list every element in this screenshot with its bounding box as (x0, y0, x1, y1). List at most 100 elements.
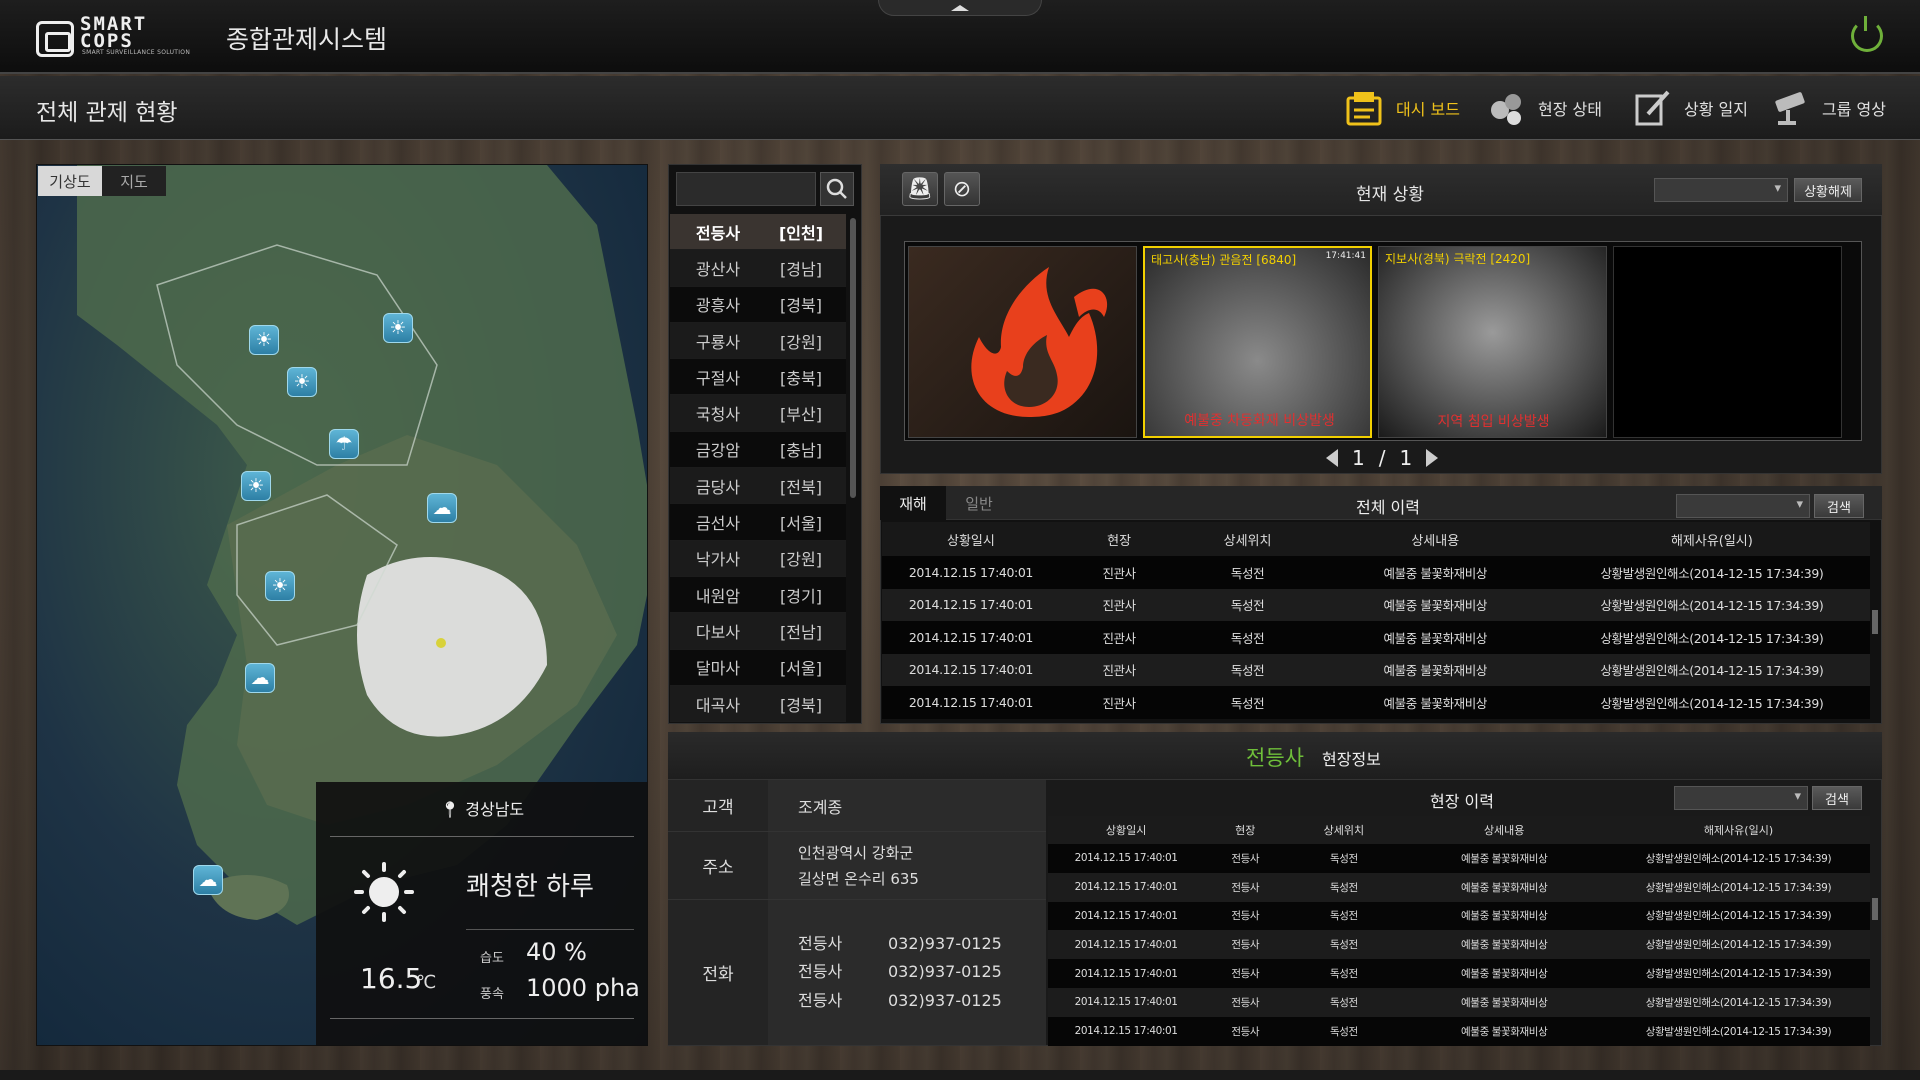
alarm-button[interactable]: 🚨︎ (902, 172, 938, 206)
table-cell: 전등사 (1204, 901, 1287, 931)
site-history-filter-select[interactable] (1674, 786, 1808, 810)
table-row[interactable]: 2014.12.15 17:40:01 진관사 독성전 예불중 불꽃화재비상 상황발생원… (882, 686, 1870, 719)
site-history-scrollbar[interactable] (1872, 898, 1878, 920)
table-cell: 상황발생원인해소(2014-12-15 17:34:39) (1553, 556, 1870, 589)
table-cell: 진관사 (1059, 686, 1179, 719)
site-list-item[interactable]: 다보사 [전남] (670, 613, 846, 650)
wind-label: 풍속 (480, 987, 504, 1002)
tab-disaster[interactable]: 재해 (880, 486, 946, 520)
site-region-cell: [경남] (780, 259, 822, 279)
site-list-item[interactable]: 금강암 [충남] (670, 431, 846, 469)
table-row[interactable]: 2014.12.15 17:40:01 진관사 독성전 예불중 불꽃화재비상 상황발생원… (882, 588, 1870, 621)
rain-icon[interactable]: ☂ (329, 429, 359, 459)
table-row[interactable]: 2014.12.15 17:40:01 전등사 독성전 예불중 불꽃화재비상 상황발생원… (1048, 1016, 1870, 1046)
tab-weather-map[interactable]: 기상도 (38, 166, 102, 196)
site-region-cell: [충북] (780, 368, 822, 388)
site-list-item[interactable]: 내원암 [경기] (670, 576, 846, 614)
site-region-cell: [서울] (780, 514, 822, 534)
mute-button[interactable]: ⊘ (944, 172, 980, 206)
table-cell: 2014.12.15 17:40:01 (882, 686, 1060, 719)
divider (330, 1018, 634, 1019)
cloud-icon[interactable]: ☁ (245, 663, 275, 693)
site-list-item[interactable]: 광산사 [경남] (670, 250, 846, 287)
sunny-icon[interactable]: ☀ (249, 325, 279, 355)
camera-feed[interactable]: 태고사(충남) 관음전 [6840] 17:41:41 예불중 차동화재 비상발… (1143, 246, 1372, 438)
table-row[interactable]: 2014.12.15 17:40:01 전등사 독성전 예불중 불꽃화재비상 상황발생원… (1048, 872, 1870, 902)
logo-subtitle: SMART SURVEILLANCE SOLUTION (82, 49, 191, 56)
weather-info-panel: 📍︎ 경상남도 쾌청한 하루 16.5 ℃ 습도 40 % 풍속 1000 ph… (316, 782, 648, 1046)
situation-select[interactable] (1654, 178, 1788, 202)
site-search-input[interactable] (676, 172, 816, 206)
site-list-item[interactable]: 구룡사 [강원] (670, 322, 846, 360)
nav-dashboard[interactable]: 대시 보드 (1344, 84, 1460, 132)
humidity-label: 습도 (480, 951, 504, 966)
table-row[interactable]: 2014.12.15 17:40:01 진관사 독성전 예불중 불꽃화재비상 상황발생원… (882, 653, 1870, 686)
site-list-item[interactable]: 달마사 [서울] (670, 649, 846, 686)
prev-page-icon[interactable] (1326, 449, 1338, 467)
history-filter-select[interactable] (1676, 494, 1810, 518)
site-list-item[interactable]: 대곡사 [경북] (670, 685, 846, 723)
phone-contact-name: 전등사 (798, 990, 843, 1010)
history-search-button[interactable]: 검색 (1814, 494, 1864, 518)
sunny-icon[interactable]: ☀ (241, 471, 271, 501)
table-cell: 독성전 (1178, 556, 1317, 589)
table-row[interactable]: 2014.12.15 17:40:01 전등사 독성전 예불중 불꽃화재비상 상황발생원… (1048, 844, 1870, 873)
sunny-icon[interactable]: ☀ (265, 571, 295, 601)
camera-feed-empty[interactable] (1613, 246, 1842, 438)
camera-feed[interactable] (908, 246, 1137, 438)
camera-caption: 지보사(경북) 극락전 [2420] (1385, 252, 1531, 266)
table-cell: 전등사 (1204, 987, 1287, 1017)
table-cell: 진관사 (1059, 653, 1179, 686)
site-list-item[interactable]: 국청사 [부산] (670, 395, 846, 432)
tab-map[interactable]: 지도 (102, 166, 166, 196)
nav-group-video[interactable]: 그룹 영상 (1770, 84, 1886, 132)
table-cell: 전등사 (1204, 930, 1287, 960)
collapse-handle[interactable] (878, 0, 1042, 16)
search-button[interactable] (820, 172, 854, 206)
table-cell: 독성전 (1178, 621, 1317, 654)
history-scrollbar[interactable] (1872, 610, 1878, 634)
phone-contact-name: 전등사 (798, 962, 843, 982)
table-row[interactable]: 2014.12.15 17:40:01 전등사 독성전 예불중 불꽃화재비상 상황발생원… (1048, 930, 1870, 960)
table-row[interactable]: 2014.12.15 17:40:01 진관사 독성전 예불중 불꽃화재비상 상황발생원… (882, 621, 1870, 654)
table-cell: 예불중 불꽃화재비상 (1401, 987, 1607, 1017)
site-list-item[interactable]: 전등사 [인천] (670, 214, 846, 251)
phone-number[interactable]: 032)937-0125 (888, 962, 1002, 981)
table-cell: 상황발생원인해소(2014-12-15 17:34:39) (1606, 1016, 1870, 1046)
nav-dashboard-label: 대시 보드 (1396, 100, 1460, 119)
power-icon[interactable] (1851, 16, 1883, 52)
site-list-item[interactable]: 구절사 [충북] (670, 359, 846, 396)
table-cell: 예불중 불꽃화재비상 (1401, 930, 1607, 960)
table-header: 상황일시 현장 상세위치 상세내용 해제사유(일시) (1048, 816, 1870, 844)
site-list-item[interactable]: 금당사 [전북] (670, 468, 846, 505)
site-list-item[interactable]: 금선사 [서울] (670, 504, 846, 541)
site-list-scrollbar[interactable] (850, 218, 856, 498)
next-page-icon[interactable] (1426, 449, 1439, 467)
table-row[interactable]: 2014.12.15 17:40:01 전등사 독성전 예불중 불꽃화재비상 상황발생원… (1048, 959, 1870, 988)
table-cell: 예불중 불꽃화재비상 (1316, 686, 1554, 719)
tab-general[interactable]: 일반 (946, 486, 1012, 520)
phone-number[interactable]: 032)937-0125 (888, 991, 1002, 1010)
release-situation-button[interactable]: 상황해제 (1794, 178, 1862, 202)
site-list-item[interactable]: 낙가사 [강원] (670, 540, 846, 577)
table-row[interactable]: 2014.12.15 17:40:01 전등사 독성전 예불중 불꽃화재비상 상황발생원… (1048, 987, 1870, 1017)
cloud-icon[interactable]: ☁ (427, 493, 457, 523)
site-region-cell: [경북] (780, 296, 822, 316)
table-row[interactable]: 2014.12.15 17:40:01 진관사 독성전 예불중 불꽃화재비상 상황발생원… (882, 556, 1870, 589)
sunny-icon[interactable]: ☀ (383, 313, 413, 343)
phone-number[interactable]: 032)937-0125 (888, 934, 1002, 953)
cloud-icon[interactable]: ☁ (193, 865, 223, 895)
table-cell: 2014.12.15 17:40:01 (1048, 872, 1205, 902)
nav-situation-log[interactable]: 상황 일지 (1632, 84, 1748, 132)
camera-time: 17:41:41 (1325, 251, 1366, 261)
table-cell: 2014.12.15 17:40:01 (882, 588, 1060, 621)
column-header: 상황일시 (1048, 816, 1205, 844)
sunny-icon[interactable]: ☀ (287, 367, 317, 397)
site-history-search-button[interactable]: 검색 (1812, 786, 1862, 810)
camera-feed[interactable]: 지보사(경북) 극락전 [2420] 지역 침입 비상발생 (1378, 246, 1607, 438)
column-header: 상황일시 (882, 522, 1060, 556)
table-row[interactable]: 2014.12.15 17:40:01 전등사 독성전 예불중 불꽃화재비상 상황발생원… (1048, 901, 1870, 931)
table-cell: 독성전 (1178, 686, 1317, 719)
site-list-item[interactable]: 광흥사 [경북] (670, 286, 846, 323)
nav-site-status[interactable]: 현장 상태 (1486, 84, 1602, 132)
